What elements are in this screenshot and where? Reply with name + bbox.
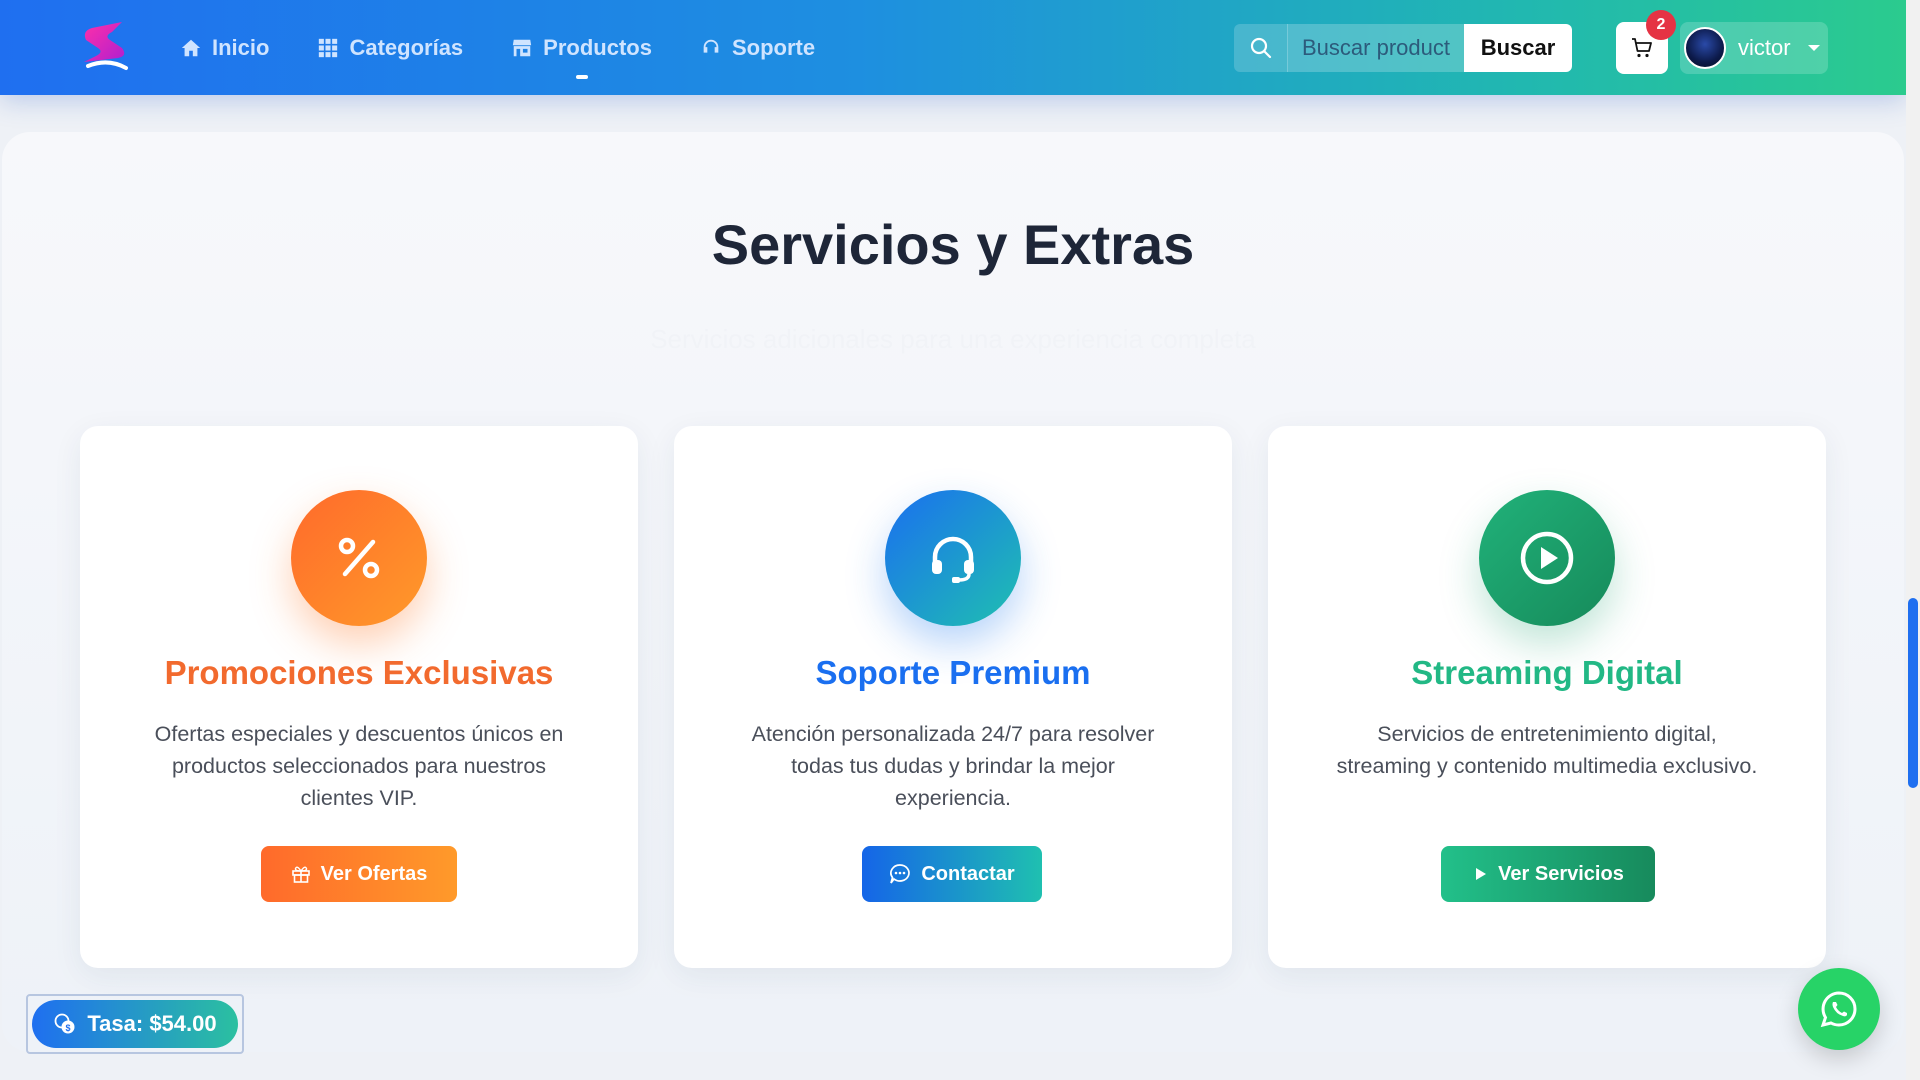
coins-icon: $ [54, 1013, 75, 1034]
whatsapp-icon [1820, 991, 1857, 1028]
whatsapp-button[interactable] [1798, 968, 1880, 1050]
nav-item-productos[interactable]: Productos [511, 35, 652, 61]
card-title: Streaming Digital [1411, 654, 1683, 691]
card-title: Soporte Premium [815, 654, 1091, 691]
services-section: Servicios y Extras Servicios adicionales… [2, 132, 1904, 1052]
nav-item-soporte[interactable]: Soporte [700, 35, 815, 61]
headset-icon [703, 39, 719, 53]
section-subtitle: Servicios adicionales para una experienc… [650, 324, 1256, 354]
service-card-soporte: Soporte Premium Atención personalizada 2… [674, 426, 1232, 968]
card-description: Ofertas especiales y descuentos únicos e… [154, 722, 564, 810]
gift-icon [291, 866, 310, 883]
card-description: Atención personalizada 24/7 para resolve… [751, 722, 1155, 810]
store-icon [513, 39, 532, 56]
user-name: victor [1738, 35, 1791, 60]
service-card-streaming: Streaming Digital Servicios de entreteni… [1268, 426, 1826, 968]
main-nav: Inicio Categorías Productos Soporte [180, 0, 815, 95]
chevron-down-icon [1808, 45, 1820, 51]
avatar [1684, 27, 1726, 69]
button-label: Ver Ofertas [320, 862, 428, 885]
ver-servicios-button[interactable]: Ver Servicios [1441, 846, 1655, 902]
page-scrollbar-thumb[interactable] [1908, 598, 1918, 788]
card-description: Servicios de entretenimiento digital, st… [1336, 722, 1758, 778]
cart-count-badge: 2 [1646, 10, 1676, 40]
button-label: Ver Servicios [1498, 862, 1624, 885]
headset-icon [885, 490, 1021, 626]
nav-item-label: Soporte [731, 34, 816, 60]
svg-text:$: $ [66, 1023, 71, 1033]
nav-item-label: Productos [543, 34, 652, 60]
search-icon [1234, 24, 1288, 72]
contactar-button[interactable]: Contactar [862, 846, 1042, 902]
cart-icon [1632, 38, 1652, 58]
button-label: Contactar [921, 862, 1015, 885]
nav-item-label: Inicio [212, 34, 270, 60]
brand-logo[interactable] [78, 18, 134, 76]
home-icon [181, 39, 201, 56]
search-input[interactable] [1288, 24, 1464, 72]
search-button[interactable]: Buscar [1464, 24, 1572, 72]
ver-ofertas-button[interactable]: Ver Ofertas [261, 846, 457, 902]
play-circle-icon [1479, 490, 1615, 626]
section-title: Servicios y Extras [711, 213, 1195, 276]
page-scrollbar-track[interactable] [1906, 0, 1920, 1080]
nav-item-label: Categorías [349, 34, 464, 60]
card-title: Promociones Exclusivas [164, 654, 554, 691]
chat-icon [890, 864, 911, 884]
grid-icon [319, 38, 338, 57]
exchange-rate-label: Tasa: $54.00 [87, 1011, 217, 1036]
percent-icon [291, 490, 427, 626]
cart-button[interactable]: 2 [1616, 10, 1676, 74]
nav-item-inicio[interactable]: Inicio [180, 35, 269, 61]
service-card-promociones: Promociones Exclusivas Ofertas especiale… [80, 426, 638, 968]
search-bar: Buscar [1234, 24, 1572, 72]
user-menu-dropdown[interactable]: victor [1680, 22, 1828, 74]
exchange-rate-badge[interactable]: $ Tasa: $54.00 [26, 994, 244, 1054]
play-icon [1476, 868, 1487, 880]
nav-item-categorias[interactable]: Categorías [317, 35, 463, 61]
top-navbar: Inicio Categorías Productos Soporte Busc… [0, 0, 1906, 95]
